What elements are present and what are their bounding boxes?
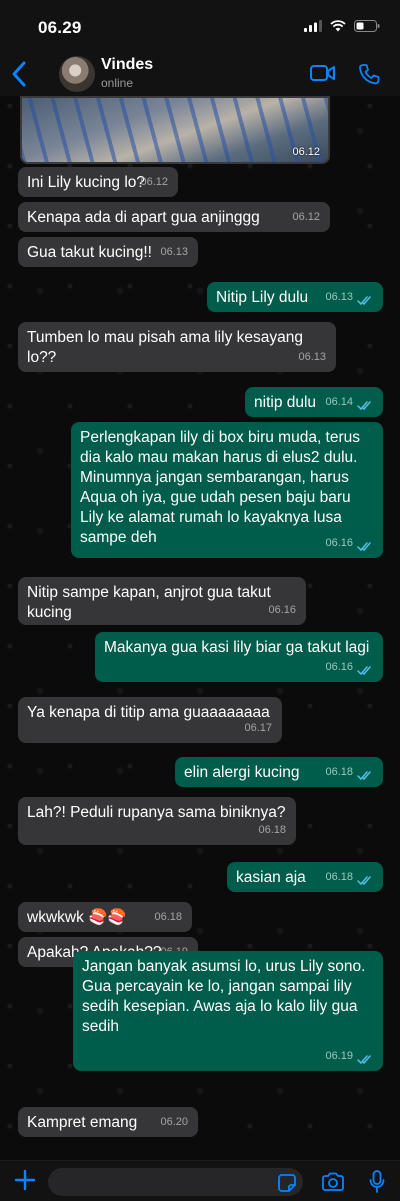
- message-time: 06.18: [154, 911, 182, 923]
- message-text: Nitip sampe kapan, anjrot gua takut kuci…: [27, 584, 271, 621]
- message-time: 06.16: [268, 604, 296, 616]
- incoming-message-bubble[interactable]: Gua takut kucing!! 06.13: [18, 237, 198, 267]
- incoming-message-bubble[interactable]: Tumben lo mau pisah ama lily kesayang lo…: [18, 322, 336, 372]
- message-time: 06.12: [140, 176, 168, 188]
- message-time: 06.18: [325, 766, 353, 778]
- message-time: 06.16: [325, 661, 353, 673]
- outgoing-message-bubble[interactable]: Makanya gua kasi lily biar ga takut lagi…: [95, 632, 383, 682]
- back-chevron-icon[interactable]: [10, 60, 30, 88]
- message-time: 06.18: [325, 871, 353, 883]
- message-time: 06.12: [292, 146, 320, 158]
- message-time: 06.12: [292, 211, 320, 223]
- message-text: Kampret emang: [27, 1114, 138, 1131]
- sticker-icon[interactable]: [278, 1174, 296, 1192]
- message-time: 06.13: [160, 246, 188, 258]
- message-text: Makanya gua kasi lily biar ga takut lagi: [104, 639, 370, 656]
- message-text: Lah?! Peduli rupanya sama biniknya?: [27, 804, 286, 821]
- incoming-message-bubble[interactable]: Kampret emang 06.20: [18, 1107, 198, 1137]
- image-message[interactable]: 06.12: [20, 96, 330, 164]
- camera-icon[interactable]: [321, 1172, 345, 1192]
- incoming-message-bubble[interactable]: Lah?! Peduli rupanya sama biniknya? 06.18: [18, 797, 296, 845]
- input-bar: [0, 1160, 400, 1201]
- message-text: Tumben lo mau pisah ama lily kesayang lo…: [27, 329, 303, 366]
- read-receipt-icon: [357, 296, 371, 306]
- message-time: 06.17: [244, 722, 272, 734]
- incoming-message-bubble[interactable]: Kenapa ada di apart gua anjinggg 06.12: [18, 202, 330, 232]
- message-text: Perlengkapan lily di box biru muda, teru…: [80, 429, 361, 546]
- read-receipt-icon: [357, 771, 371, 781]
- read-receipt-icon: [357, 876, 371, 886]
- incoming-message-bubble[interactable]: Ya kenapa di titip ama guaaaaaaaa 06.17: [18, 697, 282, 743]
- read-receipt-icon: [357, 1055, 371, 1065]
- outgoing-message-bubble[interactable]: Jangan banyak asumsi lo, urus Lily sono.…: [73, 951, 383, 1071]
- message-text: nitip dulu: [254, 394, 317, 411]
- message-time: 06.13: [325, 291, 353, 303]
- message-text: Ini Lily kucing lo?: [27, 174, 146, 191]
- battery-icon: [354, 20, 380, 32]
- video-call-icon[interactable]: [310, 64, 336, 82]
- incoming-message-bubble[interactable]: Ini Lily kucing lo? 06.12: [18, 167, 178, 197]
- phone-call-icon[interactable]: [358, 63, 380, 85]
- contact-name[interactable]: Vindes: [101, 56, 153, 74]
- microphone-icon[interactable]: [369, 1170, 385, 1194]
- outgoing-message-bubble[interactable]: Nitip Lily dulu 06.13: [207, 282, 383, 312]
- message-text: Nitip Lily dulu: [216, 289, 309, 306]
- contact-status: online: [101, 76, 134, 90]
- message-time: 06.18: [258, 824, 286, 836]
- plus-icon[interactable]: [14, 1169, 36, 1191]
- outgoing-message-bubble[interactable]: nitip dulu 06.14: [245, 387, 383, 417]
- status-time: 06.29: [38, 18, 82, 37]
- wifi-icon: [330, 20, 346, 32]
- message-text: Ya kenapa di titip ama guaaaaaaaa: [27, 704, 270, 721]
- outgoing-message-bubble[interactable]: kasian aja 06.18: [227, 862, 383, 892]
- message-time: 06.13: [298, 351, 326, 363]
- outgoing-message-bubble[interactable]: Perlengkapan lily di box biru muda, teru…: [71, 422, 383, 558]
- message-time: 06.20: [160, 1116, 188, 1128]
- message-text: wkwkwk 🍣🍣: [27, 909, 127, 926]
- message-time: 06.19: [325, 1050, 353, 1062]
- message-text: Jangan banyak asumsi lo, urus Lily sono.…: [82, 958, 366, 1035]
- chat-area[interactable]: 06.12 Ini Lily kucing lo? 06.12 Kenapa ada…: [0, 96, 400, 1160]
- incoming-message-bubble[interactable]: Nitip sampe kapan, anjrot gua takut kuci…: [18, 577, 306, 625]
- status-icons: [304, 20, 380, 32]
- read-receipt-icon: [357, 666, 371, 676]
- incoming-message-bubble[interactable]: wkwkwk 🍣🍣 06.18: [18, 902, 192, 932]
- avatar[interactable]: [59, 56, 95, 92]
- message-text: kasian aja: [236, 869, 306, 886]
- outgoing-message-bubble[interactable]: elin alergi kucing 06.18: [175, 757, 383, 787]
- status-bar: 06.29: [0, 0, 400, 52]
- message-time: 06.14: [325, 396, 353, 408]
- signal-icon: [304, 20, 322, 32]
- message-input[interactable]: [48, 1168, 303, 1196]
- read-receipt-icon: [357, 401, 371, 411]
- image-thumbnail: [22, 98, 328, 162]
- message-text: elin alergi kucing: [184, 764, 300, 781]
- message-time: 06.16: [325, 537, 353, 549]
- chat-header: Vindes online: [0, 52, 400, 97]
- message-text: Gua takut kucing!!: [27, 244, 152, 261]
- message-text: Kenapa ada di apart gua anjinggg: [27, 209, 260, 226]
- read-receipt-icon: [357, 542, 371, 552]
